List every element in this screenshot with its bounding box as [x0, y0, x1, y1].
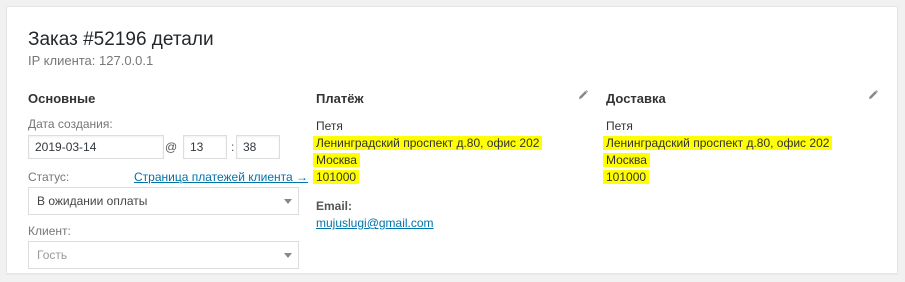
billing-email-label: Email:	[316, 199, 353, 213]
status-label: Статус:	[28, 170, 70, 184]
billing-heading: Платёж	[316, 91, 364, 106]
hour-input[interactable]: 13	[183, 135, 227, 159]
order-title: Заказ #52196 детали	[28, 29, 214, 50]
billing-postcode: 101000	[313, 170, 360, 184]
time-separator: :	[231, 140, 235, 154]
pencil-icon[interactable]	[867, 89, 879, 101]
client-select-value: Гость	[37, 248, 68, 262]
client-select[interactable]: Гость	[28, 241, 299, 269]
chevron-down-icon	[284, 199, 292, 204]
general-heading: Основные	[28, 91, 96, 106]
status-select[interactable]: В ожидании оплаты	[28, 187, 299, 215]
customer-payments-link[interactable]: Страница платежей клиента →	[134, 170, 308, 184]
billing-name: Петя	[316, 119, 343, 133]
status-select-value: В ожидании оплаты	[37, 194, 148, 208]
shipping-name: Петя	[606, 119, 633, 133]
client-label: Клиент:	[28, 224, 71, 238]
shipping-city: Москва	[603, 153, 650, 167]
shipping-address: Петя Ленинградский проспект д.80, офис 2…	[603, 118, 833, 186]
billing-city: Москва	[313, 153, 360, 167]
date-created-label: Дата создания:	[28, 117, 113, 131]
date-created-input[interactable]: 2019-03-14	[28, 135, 164, 159]
pencil-icon[interactable]	[577, 89, 589, 101]
billing-email-link[interactable]: mujuslugi@gmail.com	[316, 216, 434, 230]
chevron-down-icon	[284, 253, 292, 258]
shipping-street: Ленинградский проспект д.80, офис 202	[603, 136, 833, 150]
at-separator: @	[165, 140, 178, 154]
minute-input[interactable]: 38	[236, 135, 280, 159]
billing-address: Петя Ленинградский проспект д.80, офис 2…	[313, 118, 543, 186]
billing-street: Ленинградский проспект д.80, офис 202	[313, 136, 543, 150]
order-details-panel: Заказ #52196 детали IP клиента: 127.0.0.…	[6, 6, 898, 274]
shipping-heading: Доставка	[606, 91, 666, 106]
client-ip: IP клиента: 127.0.0.1	[28, 53, 154, 68]
shipping-postcode: 101000	[603, 170, 650, 184]
